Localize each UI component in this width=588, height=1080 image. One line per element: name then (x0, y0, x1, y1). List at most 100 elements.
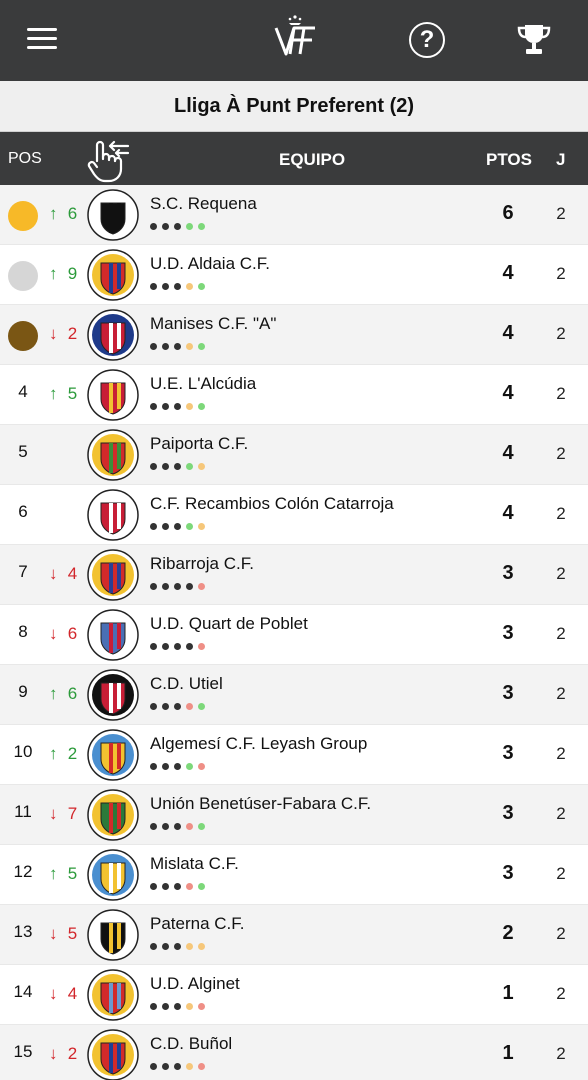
ue-lalcudia-crest[interactable] (87, 369, 139, 421)
team-points: 3 (502, 622, 514, 644)
swipe-hand-icon[interactable] (84, 139, 132, 183)
form-indicator (150, 703, 205, 710)
form-dot (198, 883, 205, 890)
manises-cf-crest[interactable] (87, 309, 139, 361)
team-points: 2 (502, 922, 514, 944)
paiporta-cf-crest[interactable] (87, 429, 139, 481)
form-indicator (150, 943, 205, 950)
form-indicator (150, 823, 205, 830)
table-row[interactable]: 15 ↓ 2 C.D. Buñol 1 2 (0, 1025, 588, 1080)
form-indicator (150, 523, 205, 530)
form-dot (198, 223, 205, 230)
form-dot (150, 1003, 157, 1010)
matches-played: 2 (556, 504, 566, 523)
mislata-cf-crest[interactable] (87, 849, 139, 901)
algemesi-cf-crest[interactable] (87, 729, 139, 781)
gold-medal-icon (8, 201, 38, 231)
team-name[interactable]: Paiporta C.F. (150, 434, 248, 454)
table-row[interactable]: 13 ↓ 5 Paterna C.F. 2 2 (0, 905, 588, 965)
position-number: 5 (18, 442, 28, 461)
team-points: 1 (502, 982, 514, 1004)
form-dot (186, 283, 193, 290)
table-row[interactable]: 4 ↑ 5 U.E. L'Alcúdia 4 2 (0, 365, 588, 425)
position-number: 10 (13, 742, 33, 761)
union-benetuser-fabara-crest[interactable] (87, 789, 139, 841)
ud-aldaia-crest[interactable] (87, 249, 139, 301)
team-name[interactable]: Paterna C.F. (150, 914, 245, 934)
paterna-cf-crest[interactable] (87, 909, 139, 961)
standings-table: ↑ 6 S.C. Requena 6 2 ↑ 9 U.D. Aldaia C.F. 4 2 ↓ … (0, 185, 588, 1080)
table-row[interactable]: 11 ↓ 7 Unión Benetúser-Fabara C.F. 3 2 (0, 785, 588, 845)
team-name[interactable]: U.D. Alginet (150, 974, 240, 994)
table-row[interactable]: 6 C.F. Recambios Colón Catarroja 4 2 (0, 485, 588, 545)
column-header-pos: POS (8, 150, 42, 167)
table-row[interactable]: ↑ 9 U.D. Aldaia C.F. 4 2 (0, 245, 588, 305)
form-indicator (150, 643, 205, 650)
form-dot (186, 403, 193, 410)
team-name[interactable]: C.D. Utiel (150, 674, 223, 694)
silver-medal-icon (8, 261, 38, 291)
form-dot (162, 343, 169, 350)
column-header-points[interactable]: PTOS (486, 150, 532, 170)
league-title-bar[interactable]: Lliga À Punt Preferent (2) (0, 81, 588, 132)
team-name[interactable]: Ribarroja C.F. (150, 554, 254, 574)
arrow-up-icon: ↑ (49, 684, 58, 703)
table-row[interactable]: 12 ↑ 5 Mislata C.F. 3 2 (0, 845, 588, 905)
team-points: 3 (502, 682, 514, 704)
table-row[interactable]: 8 ↓ 6 U.D. Quart de Poblet 3 2 (0, 605, 588, 665)
form-dot (198, 523, 205, 530)
table-row[interactable]: 5 Paiporta C.F. 4 2 (0, 425, 588, 485)
table-row[interactable]: ↑ 6 S.C. Requena 6 2 (0, 185, 588, 245)
team-name[interactable]: S.C. Requena (150, 194, 257, 214)
form-dot (150, 703, 157, 710)
arrow-down-icon: ↓ (49, 624, 58, 643)
form-dot (150, 1063, 157, 1070)
team-name[interactable]: U.E. L'Alcúdia (150, 374, 256, 394)
table-row[interactable]: 14 ↓ 4 U.D. Alginet 1 2 (0, 965, 588, 1025)
form-dot (198, 1003, 205, 1010)
ribarroja-cf-crest[interactable] (87, 549, 139, 601)
position-change-value: 2 (63, 744, 78, 763)
form-dot (150, 763, 157, 770)
sc-requena-crest[interactable] (87, 189, 139, 241)
matches-played: 2 (556, 804, 566, 823)
team-name[interactable]: C.D. Buñol (150, 1034, 232, 1054)
position-change: ↓ 7 (49, 804, 77, 824)
table-row[interactable]: ↓ 2 Manises C.F. "A" 4 2 (0, 305, 588, 365)
team-name[interactable]: U.D. Aldaia C.F. (150, 254, 270, 274)
form-dot (186, 883, 193, 890)
position-change-value: 2 (63, 1044, 78, 1063)
hamburger-menu-icon[interactable] (27, 28, 57, 50)
cd-utiel-crest[interactable] (87, 669, 139, 721)
cd-bunol-crest[interactable] (87, 1029, 139, 1080)
arrow-down-icon: ↓ (49, 564, 58, 583)
team-name[interactable]: C.F. Recambios Colón Catarroja (150, 494, 394, 514)
table-row[interactable]: 9 ↑ 6 C.D. Utiel 3 2 (0, 665, 588, 725)
team-name[interactable]: Unión Benetúser-Fabara C.F. (150, 794, 371, 814)
vff-logo[interactable] (272, 14, 318, 66)
ud-alginet-crest[interactable] (87, 969, 139, 1021)
column-header-played[interactable]: J (556, 150, 565, 170)
form-dot (174, 643, 181, 650)
trophy-icon[interactable] (516, 22, 552, 58)
form-indicator (150, 1063, 205, 1070)
form-dot (186, 943, 193, 950)
column-header-team[interactable]: EQUIPO (279, 150, 345, 170)
form-dot (186, 763, 193, 770)
form-dot (174, 703, 181, 710)
team-name[interactable]: Algemesí C.F. Leyash Group (150, 734, 367, 754)
form-dot (198, 703, 205, 710)
position-number: 11 (14, 802, 32, 821)
team-name[interactable]: Manises C.F. "A" (150, 314, 276, 334)
form-dot (162, 1063, 169, 1070)
table-row[interactable]: 7 ↓ 4 Ribarroja C.F. 3 2 (0, 545, 588, 605)
form-dot (162, 1003, 169, 1010)
help-circle-icon[interactable]: ? (409, 22, 445, 58)
table-row[interactable]: 10 ↑ 2 Algemesí C.F. Leyash Group 3 2 (0, 725, 588, 785)
arrow-up-icon: ↑ (49, 744, 58, 763)
cf-recambios-colon-crest[interactable] (87, 489, 139, 541)
position-number: 13 (13, 922, 33, 941)
team-name[interactable]: Mislata C.F. (150, 854, 239, 874)
team-name[interactable]: U.D. Quart de Poblet (150, 614, 308, 634)
ud-quart-de-poblet-crest[interactable] (87, 609, 139, 661)
